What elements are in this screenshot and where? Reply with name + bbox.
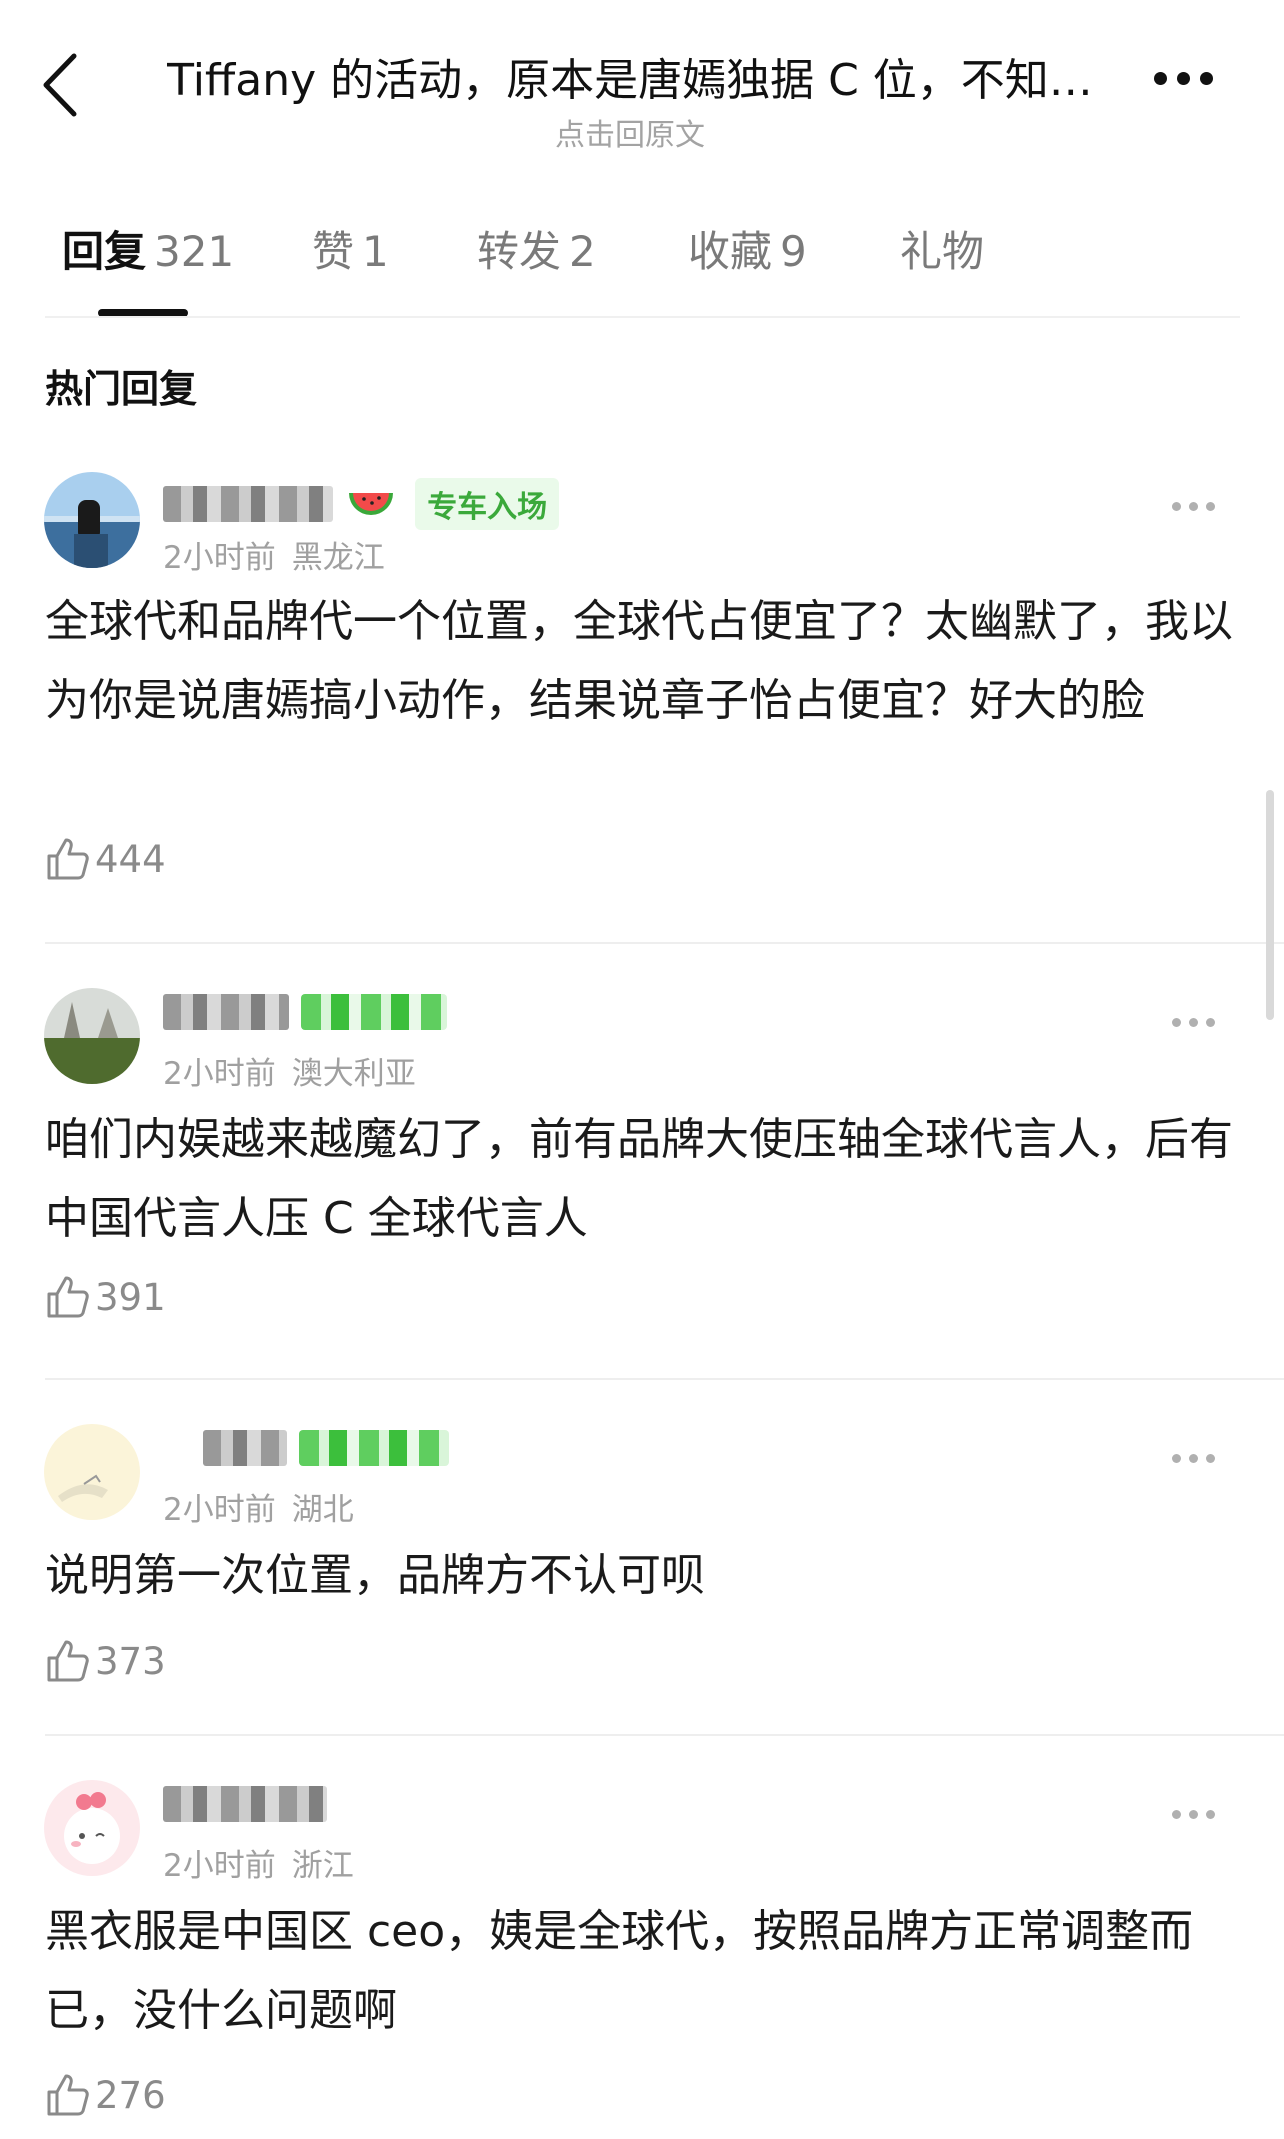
tab-label: 收藏: [688, 227, 773, 276]
comment-meta: 2小时前 湖北: [163, 1484, 354, 1529]
comment-region: 浙江: [291, 1848, 354, 1884]
thumbs-up-icon: [47, 1640, 89, 1682]
back-to-original-link[interactable]: 点击回原文: [150, 110, 1110, 154]
comment-meta: 2小时前 黑龙江: [163, 532, 385, 577]
comment-text[interactable]: 黑衣服是中国区 ceo，姨是全球代，按照品牌方正常调整而已，没什么问题啊: [45, 1892, 1240, 2050]
comment-meta: 2小时前 澳大利亚: [163, 1048, 416, 1093]
avatar[interactable]: [44, 1424, 140, 1520]
username-blurred[interactable]: [163, 994, 289, 1030]
back-button[interactable]: [40, 52, 90, 132]
scrollbar[interactable]: [1266, 790, 1274, 1020]
divider: [45, 1378, 1284, 1380]
divider: [45, 1734, 1284, 1736]
username-row: [163, 994, 447, 1046]
comment-text[interactable]: 全球代和品牌代一个位置，全球代占便宜了？太幽默了，我以为你是说唐嫣搞小动作，结果…: [45, 582, 1240, 740]
thumbs-up-icon: [47, 1276, 89, 1318]
comment-text[interactable]: 咱们内娱越来越魔幻了，前有品牌大使压轴全球代言人，后有中国代言人压 C 全球代言…: [45, 1100, 1240, 1258]
thumbs-up-icon: [47, 838, 89, 880]
vip-badge[interactable]: 专车入场: [415, 478, 560, 530]
tab-reposts[interactable]: 转发 2: [477, 218, 596, 279]
like-count: 276: [95, 2073, 166, 2117]
comment-region: 澳大利亚: [291, 1056, 416, 1092]
comment-region: 黑龙江: [291, 540, 385, 576]
watermelon-icon: [349, 493, 394, 515]
comment-more-button[interactable]: [1172, 1012, 1232, 1036]
username-row: 专车入场: [163, 478, 560, 530]
hot-replies-heading: 热门回复: [45, 367, 198, 411]
comment-text[interactable]: 说明第一次位置，品牌方不认可呗: [45, 1536, 1240, 1615]
comment-more-button[interactable]: [1172, 1804, 1232, 1828]
title-block[interactable]: Tiffany 的活动，原本是唐嫣独据 C 位，不知… 点击回原文: [150, 44, 1110, 154]
tab-likes[interactable]: 赞1: [312, 218, 389, 279]
like-count: 373: [95, 1639, 166, 1683]
tab-label: 回复: [62, 227, 147, 276]
dot-icon: [1177, 72, 1190, 85]
like-button[interactable]: 373: [45, 1638, 166, 1694]
comment-time: 2小时前: [163, 1848, 276, 1884]
divider: [45, 942, 1284, 944]
username-blurred[interactable]: [163, 1786, 327, 1822]
tab-label: 礼物: [900, 227, 985, 276]
tab-count: 321: [154, 227, 235, 276]
comment-time: 2小时前: [163, 1492, 276, 1528]
tab-label: 转发: [477, 227, 562, 276]
tab-gifts[interactable]: 礼物: [900, 218, 992, 279]
chevron-left-icon: [43, 53, 77, 117]
like-count: 391: [95, 1275, 166, 1319]
avatar[interactable]: [44, 988, 140, 1084]
username-blurred[interactable]: [203, 1430, 287, 1466]
username-blurred[interactable]: [163, 486, 333, 522]
like-button[interactable]: 276: [45, 2072, 166, 2128]
tab-count: 2: [569, 227, 596, 276]
badge-blurred[interactable]: [301, 994, 447, 1030]
username-row: [163, 1786, 327, 1838]
tab-replies[interactable]: 回复 321: [62, 218, 234, 279]
avatar[interactable]: [44, 1780, 140, 1876]
tab-label: 赞: [312, 227, 355, 276]
dot-icon: [1200, 72, 1213, 85]
tab-favorites[interactable]: 收藏 9: [688, 218, 807, 279]
like-count: 444: [95, 837, 166, 881]
thumbs-up-icon: [47, 2074, 89, 2116]
avatar[interactable]: [44, 472, 140, 568]
tab-count: 9: [780, 227, 807, 276]
post-title: Tiffany 的活动，原本是唐嫣独据 C 位，不知…: [167, 55, 1093, 106]
tab-bar: 回复 321 赞1 转发 2 收藏 9 礼物: [62, 218, 1242, 300]
divider: [45, 316, 1240, 318]
comment-time: 2小时前: [163, 540, 276, 576]
comment-more-button[interactable]: [1172, 1448, 1232, 1472]
comment-region: 湖北: [291, 1492, 354, 1528]
comment-more-button[interactable]: [1172, 496, 1232, 520]
dot-icon: [1154, 72, 1167, 85]
more-options-button[interactable]: [1154, 70, 1224, 110]
like-button[interactable]: 391: [45, 1274, 166, 1330]
like-button[interactable]: 444: [45, 836, 166, 892]
comment-meta: 2小时前 浙江: [163, 1840, 354, 1885]
badge-blurred[interactable]: [299, 1430, 449, 1466]
top-bar: Tiffany 的活动，原本是唐嫣独据 C 位，不知… 点击回原文: [0, 0, 1284, 160]
username-row: [163, 1430, 449, 1482]
tab-count: 1: [362, 227, 389, 276]
comment-time: 2小时前: [163, 1056, 276, 1092]
